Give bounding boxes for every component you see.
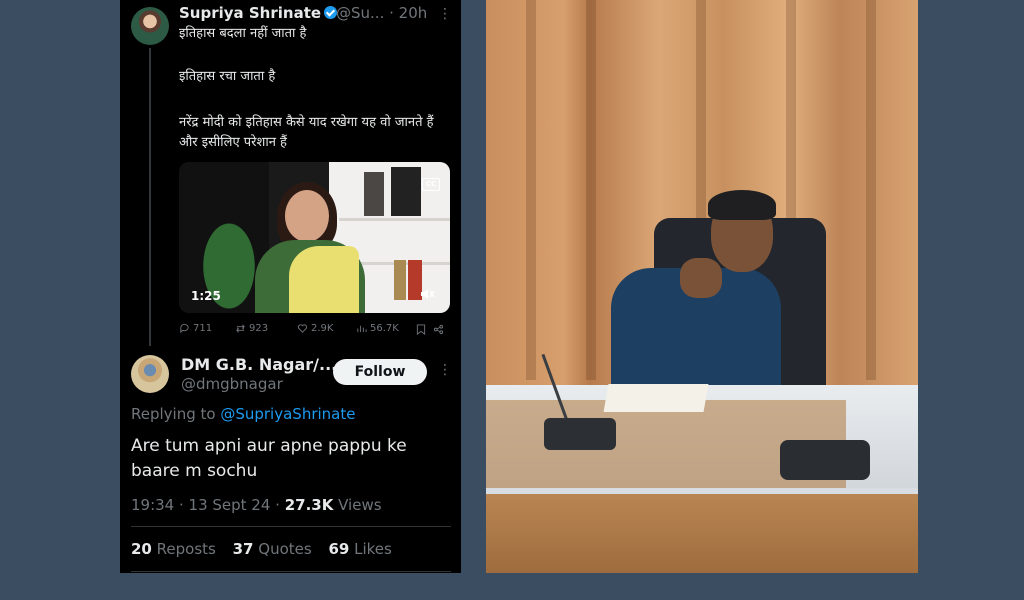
reply-views-count: 27.3K — [284, 496, 334, 514]
tweet-actions: 711 923 2.9K 56.7K — [179, 323, 449, 337]
tweet-text-line: नरेंद्र मोदी को इतिहास कैसे याद रखेगा यह… — [179, 115, 434, 150]
reply-meta: 19:34 · 13 Sept 24 · 27.3K Views — [131, 496, 382, 514]
replying-to: Replying to @SupriyaShrinate — [131, 405, 355, 423]
reply-text: Are tum apni aur apne pappu ke baare m s… — [131, 436, 407, 481]
views-count: 56.7K — [370, 323, 399, 334]
tweet-text-line: इतिहास बदला नहीं जाता है — [179, 26, 307, 41]
reposts-stat[interactable]: 20 Reposts — [131, 540, 216, 558]
mute-icon[interactable] — [419, 286, 435, 302]
follow-button[interactable]: Follow — [333, 359, 427, 385]
speaker — [249, 172, 369, 313]
video-thumbnail[interactable]: 1:25 CC — [179, 162, 450, 313]
more-options-icon[interactable]: ⋮ — [438, 6, 452, 22]
tweet-text-line: इतिहास रचा जाता है — [179, 69, 276, 84]
open-book — [603, 384, 709, 412]
author-name[interactable]: Supriya Shrinate — [179, 4, 338, 22]
book — [391, 167, 421, 216]
repost-action[interactable]: 923 — [235, 323, 268, 334]
reply-count: 711 — [193, 323, 213, 334]
desk-phone — [780, 440, 870, 480]
desk-edge — [486, 488, 918, 573]
share-icon[interactable] — [433, 324, 444, 335]
like-count: 2.9K — [311, 323, 334, 334]
closed-captions-icon[interactable]: CC — [422, 178, 440, 191]
likes-label: Likes — [349, 540, 392, 558]
reposts-label: Reposts — [151, 540, 216, 558]
handle-text: @Su... — [336, 4, 385, 22]
video-duration: 1:25 — [191, 289, 221, 303]
views-action[interactable]: 56.7K — [356, 323, 399, 334]
author-handle[interactable]: @Su... · 20h — [336, 4, 427, 22]
book — [394, 260, 406, 300]
thread-line — [149, 48, 151, 346]
repost-icon — [236, 324, 245, 333]
official-hand — [680, 258, 722, 298]
office-photo — [486, 0, 918, 573]
reply-action[interactable]: 711 — [179, 323, 212, 334]
like-action[interactable]: 2.9K — [297, 323, 333, 334]
avatar[interactable] — [131, 7, 169, 45]
more-options-icon[interactable]: ⋮ — [438, 362, 452, 378]
divider — [131, 571, 451, 572]
official-hair — [708, 190, 776, 220]
curtain-fold — [586, 0, 596, 380]
views-chart-icon — [357, 325, 367, 333]
reply-author-handle[interactable]: @dmgbnagar — [181, 375, 283, 393]
quotes-label: Quotes — [253, 540, 312, 558]
curtain-fold — [866, 0, 876, 380]
reply-stats: 20 Reposts 37 Quotes 69 Likes — [131, 540, 404, 558]
bookmark-icon[interactable] — [416, 324, 426, 335]
reply-icon — [180, 323, 189, 334]
tweet-thread-screenshot: Supriya Shrinate @Su... · 20h ⋮ इतिहास ब… — [120, 0, 461, 573]
reposts-count: 20 — [131, 540, 152, 558]
divider — [131, 526, 451, 527]
reply-author-name[interactable]: DM G.B. Nagar/... — [181, 355, 337, 374]
repost-count: 923 — [249, 323, 269, 334]
replying-prefix: Replying to — [131, 405, 221, 423]
tweet-time: · 20h — [389, 4, 428, 22]
likes-count: 69 — [328, 540, 350, 558]
reply-timestamp[interactable]: 19:34 · 13 Sept 24 · — [131, 496, 285, 514]
reply-views-label: Views — [333, 496, 382, 514]
microphone-base — [544, 418, 616, 450]
likes-stat[interactable]: 69 Likes — [328, 540, 391, 558]
mention-link[interactable]: @SupriyaShrinate — [220, 405, 355, 423]
curtain-fold — [526, 0, 536, 380]
heart-icon — [297, 324, 308, 333]
quotes-stat[interactable]: 37 Quotes — [233, 540, 312, 558]
author-name-text: Supriya Shrinate — [179, 4, 322, 22]
avatar[interactable] — [131, 355, 169, 393]
quotes-count: 37 — [232, 540, 254, 558]
